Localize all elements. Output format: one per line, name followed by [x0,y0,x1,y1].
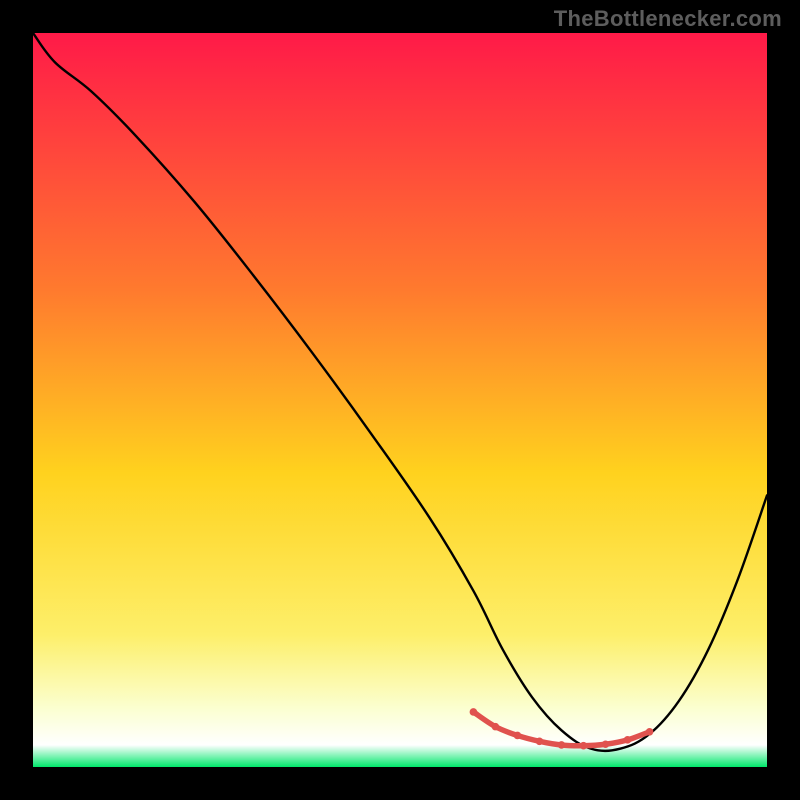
optimal-band-dot [558,741,566,749]
chart-container: TheBottlenecker.com [0,0,800,800]
optimal-band-dot [602,740,610,748]
optimal-band-dot [580,742,588,750]
optimal-band-dot [514,732,522,740]
plot-area [33,33,767,767]
optimal-band-dot [492,723,500,731]
chart-svg [33,33,767,767]
optimal-band-dot [646,728,654,736]
watermark-label: TheBottlenecker.com [554,6,782,32]
optimal-band-dot [470,708,478,716]
optimal-band-dot [624,736,632,744]
optimal-band-dot [536,738,544,746]
